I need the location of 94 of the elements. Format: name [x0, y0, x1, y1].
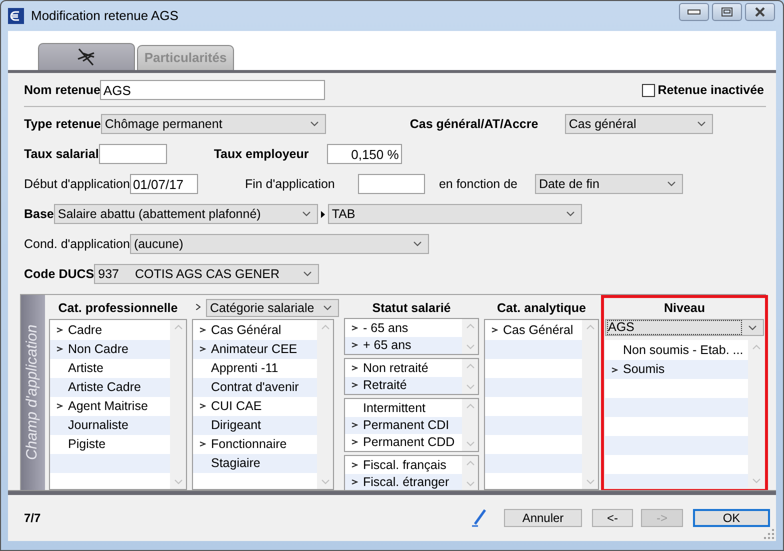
scrollbar[interactable] — [462, 358, 478, 394]
arrow-right-icon — [196, 304, 201, 310]
chevron-down-icon[interactable] — [586, 479, 594, 485]
chevron-up-icon[interactable] — [466, 402, 474, 409]
field-label: Taux salarial — [24, 146, 99, 163]
dropdown[interactable]: Cas général — [564, 114, 713, 134]
field-label: Cond. d'application — [24, 236, 130, 253]
chevron-up-icon[interactable] — [320, 324, 330, 330]
window-title: Modification retenue AGS — [31, 7, 178, 26]
column-header: Statut salarié — [371, 300, 452, 317]
app-icon — [8, 8, 24, 24]
list-item[interactable]: Animateur CEE — [193, 340, 317, 359]
chevron-down-icon[interactable] — [174, 479, 182, 485]
minimize-button[interactable] — [679, 3, 709, 21]
field-label: Type retenue — [24, 116, 101, 133]
chevron-up-icon[interactable] — [174, 324, 182, 330]
tab[interactable] — [38, 43, 135, 70]
pen-icon[interactable] — [471, 509, 487, 527]
input-field[interactable] — [98, 144, 167, 164]
list-item[interactable]: Fiscal. étranger — [345, 474, 462, 491]
scrollbar[interactable] — [582, 320, 598, 489]
list-item[interactable]: Retraité — [345, 376, 462, 394]
record-counter: 7/7 — [24, 510, 41, 527]
dropdown[interactable]: Chômage permanent — [100, 114, 326, 134]
chevron-down-icon[interactable] — [320, 479, 330, 485]
scrollbar[interactable] — [462, 398, 478, 451]
chevron-down-icon — [412, 241, 422, 247]
field-label: Fin d'application — [244, 176, 336, 193]
field-label: Taux employeur — [214, 146, 310, 163]
chevron-up-icon[interactable] — [466, 460, 474, 466]
field-label: Base — [24, 206, 54, 223]
scrollbar[interactable] — [462, 318, 478, 354]
chevron-down-icon — [566, 211, 575, 217]
chevron-down-icon — [323, 305, 332, 311]
chevron-down-icon[interactable] — [466, 384, 474, 390]
side-label: Champ d'application — [22, 324, 42, 460]
dropdown[interactable]: AGS — [605, 319, 764, 336]
column-header: Niveau — [663, 300, 706, 317]
chevron-down-icon — [666, 181, 676, 187]
dropdown[interactable]: Salaire abattu (abattement plafonné) — [54, 204, 318, 224]
minimize-icon — [687, 9, 701, 15]
maximize-icon — [721, 7, 733, 17]
button[interactable]: Annuler — [504, 509, 582, 527]
list-item[interactable]: Journaliste — [50, 416, 170, 435]
field-label: Cas général/AT/Accre — [410, 116, 540, 133]
chevron-down-icon — [302, 211, 311, 217]
chevron-up-icon[interactable] — [752, 344, 760, 350]
dropdown[interactable]: 937 COTIS AGS CAS GENER — [94, 264, 320, 284]
checkbox-label: Retenue inactivée — [658, 82, 764, 99]
input-field[interactable]: AGS — [100, 80, 326, 100]
checkbox[interactable] — [642, 84, 655, 96]
chevron-down-icon[interactable] — [466, 440, 474, 447]
list-item[interactable]: Soumis — [605, 360, 748, 379]
list-item[interactable]: Artiste Cadre — [50, 378, 170, 397]
chevron-down-icon — [696, 121, 706, 127]
maximize-button[interactable] — [712, 3, 742, 21]
chevron-down-icon — [303, 271, 312, 277]
dropdown[interactable]: TAB — [328, 204, 582, 224]
chevron-down-icon — [310, 121, 319, 127]
list-item[interactable]: Permanent CDI — [345, 416, 462, 434]
chevron-down-icon[interactable] — [752, 478, 760, 484]
field-label: en fonction de — [438, 176, 518, 193]
resize-grip-icon[interactable] — [764, 529, 774, 539]
chevron-down-icon — [748, 324, 757, 330]
chevron-up-icon[interactable] — [466, 362, 474, 369]
input-field[interactable]: 0,150 % — [326, 144, 402, 164]
chevron-down-icon[interactable] — [466, 480, 474, 487]
dropdown[interactable]: Date de fin — [534, 174, 683, 194]
field-label: Début d'application — [24, 176, 130, 193]
column-header: Cat. analytique — [496, 300, 587, 317]
field-label: Code DUCS — [24, 266, 94, 283]
list-item[interactable]: Contrat d'avenir — [193, 378, 317, 397]
chevron-up-icon[interactable] — [586, 324, 594, 330]
input-field[interactable] — [358, 174, 425, 194]
dropdown[interactable]: Catégorie salariale — [206, 299, 339, 317]
close-icon — [753, 7, 767, 17]
close-button[interactable] — [745, 3, 775, 21]
input-field[interactable]: 01/07/17 — [130, 174, 198, 194]
scrollbar[interactable] — [170, 320, 186, 489]
dropdown[interactable]: (aucune) — [130, 234, 429, 254]
chevron-up-icon[interactable] — [466, 322, 474, 329]
list-item[interactable]: + 65 ans — [345, 336, 462, 354]
field-label: Nom retenue — [24, 82, 100, 99]
scrollbar[interactable] — [317, 320, 333, 489]
button[interactable]: <- — [592, 509, 633, 527]
chevron-down-icon[interactable] — [466, 344, 474, 350]
list-item[interactable]: Dirigeant — [193, 416, 317, 435]
button[interactable]: OK — [693, 509, 770, 527]
list-item[interactable]: Stagiaire — [193, 454, 317, 473]
column-header: Cat. professionnelle — [57, 300, 179, 317]
scrollbar[interactable] — [462, 456, 478, 491]
list-item[interactable]: Non Cadre — [50, 340, 170, 359]
scrollbar[interactable] — [748, 340, 764, 488]
arrow-right-icon — [320, 210, 325, 218]
